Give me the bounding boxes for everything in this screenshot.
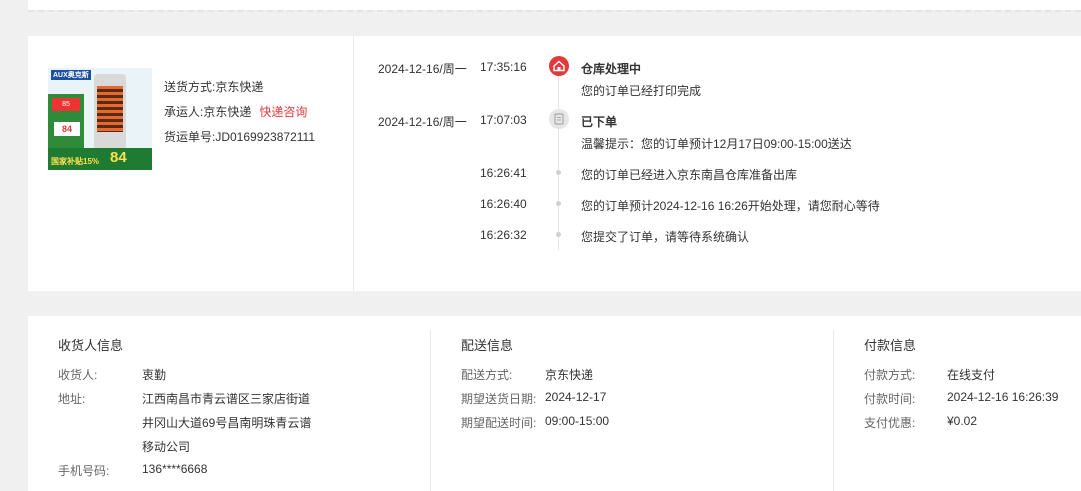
- payment-section-title: 付款信息: [864, 335, 916, 354]
- payment-discount-value: ¥0.02: [947, 414, 977, 428]
- product-thumbnail[interactable]: AUX奥克斯 85 84 国家补贴15% 84: [48, 68, 152, 170]
- warehouse-icon: [549, 56, 569, 76]
- shipping-method-row: 送货方式:京东快递: [164, 77, 263, 97]
- payment-method-label: 付款方式:: [864, 366, 915, 383]
- payment-time-label: 付款时间:: [864, 390, 915, 407]
- payment-time-value: 2024-12-16 16:26:39: [947, 390, 1058, 404]
- receiver-phone-label: 手机号码:: [58, 462, 109, 479]
- receiver-address-line: 江西南昌市青云谱区三家店街道: [142, 390, 310, 407]
- timeline-dot: [556, 201, 561, 206]
- thumbnail-badge-top: 85: [52, 98, 80, 111]
- tracking-panel: AUX奥克斯 85 84 国家补贴15% 84 送货方式:京东快递 承运人:京东…: [28, 36, 1081, 291]
- info-divider: [833, 330, 834, 491]
- delivery-section-title: 配送信息: [461, 335, 513, 354]
- thumbnail-price: 84: [110, 149, 127, 166]
- timeline-date: 2024-12-16/周一: [378, 60, 470, 77]
- receiver-name-label: 收货人:: [58, 366, 97, 383]
- express-inquiry-link[interactable]: 快递咨询: [259, 105, 307, 119]
- thumbnail-subsidy: 国家补贴15%: [51, 156, 99, 167]
- receiver-phone-value: 136****6668: [142, 462, 207, 476]
- tracking-number-row: 货运单号:JD0169923872111: [164, 127, 315, 147]
- timeline-title: 仓库处理中: [581, 60, 641, 77]
- delivery-date-label: 期望送货日期:: [461, 390, 536, 407]
- timeline-date: 2024-12-16/周一: [378, 113, 470, 130]
- timeline-time: 17:07:03: [480, 113, 530, 127]
- timeline-time: 17:35:16: [480, 60, 530, 74]
- timeline-text: 您的订单预计2024-12-16 16:26开始处理，请您耐心等待: [581, 197, 880, 214]
- receiver-address-line: 井冈山大道69号昌南明珠青云谱: [142, 414, 311, 431]
- delivery-method-value: 京东快递: [545, 366, 593, 383]
- timeline-title: 已下单: [581, 113, 617, 130]
- timeline-text: 温馨提示：您的订单预计12月17日09:00-15:00送达: [581, 135, 852, 152]
- info-divider: [430, 330, 431, 491]
- thumbnail-badge-price: 84: [54, 122, 80, 136]
- dashed-separator: [28, 10, 1081, 12]
- payment-method-value: 在线支付: [947, 366, 995, 383]
- timeline-text: 您提交了订单，请等待系统确认: [581, 228, 749, 245]
- delivery-date-value: 2024-12-17: [545, 390, 606, 404]
- receiver-address-label: 地址:: [58, 390, 85, 407]
- payment-discount-label: 支付优惠:: [864, 414, 915, 431]
- receiver-section-title: 收货人信息: [58, 335, 123, 354]
- previous-panel-edge: [28, 0, 1081, 10]
- timeline-text: 您的订单已经进入京东南昌仓库准备出库: [581, 166, 797, 183]
- tracking-number-label: 货运单号:: [164, 130, 215, 144]
- carrier-row: 承运人:京东快递快递咨询: [164, 102, 307, 122]
- tracking-number-value: JD0169923872111: [215, 130, 315, 144]
- carrier-value: 京东快递: [203, 105, 251, 119]
- receiver-address-line: 移动公司: [142, 438, 190, 455]
- timeline-axis: [558, 76, 559, 250]
- shipping-method-value: 京东快递: [215, 80, 263, 94]
- carrier-label: 承运人:: [164, 105, 203, 119]
- timeline-time: 16:26:41: [480, 166, 530, 180]
- thumbnail-brand: AUX奥克斯: [51, 70, 91, 80]
- shipping-method-label: 送货方式:: [164, 80, 215, 94]
- timeline-time: 16:26:40: [480, 197, 530, 211]
- timeline-dot: [556, 170, 561, 175]
- heater-glow: [97, 86, 123, 132]
- timeline-dot: [556, 232, 561, 237]
- delivery-method-label: 配送方式:: [461, 366, 512, 383]
- order-info-panel: 收货人信息 收货人: 衷勤 地址: 江西南昌市青云谱区三家店街道 井冈山大道69…: [28, 316, 1081, 491]
- order-icon: [549, 109, 569, 129]
- timeline-time: 16:26:32: [480, 228, 530, 242]
- delivery-time-value: 09:00-15:00: [545, 414, 609, 428]
- tracking-divider: [353, 36, 354, 291]
- receiver-name-value: 衷勤: [142, 366, 166, 383]
- timeline-text: 您的订单已经打印完成: [581, 82, 701, 99]
- delivery-time-label: 期望配送时间:: [461, 414, 536, 431]
